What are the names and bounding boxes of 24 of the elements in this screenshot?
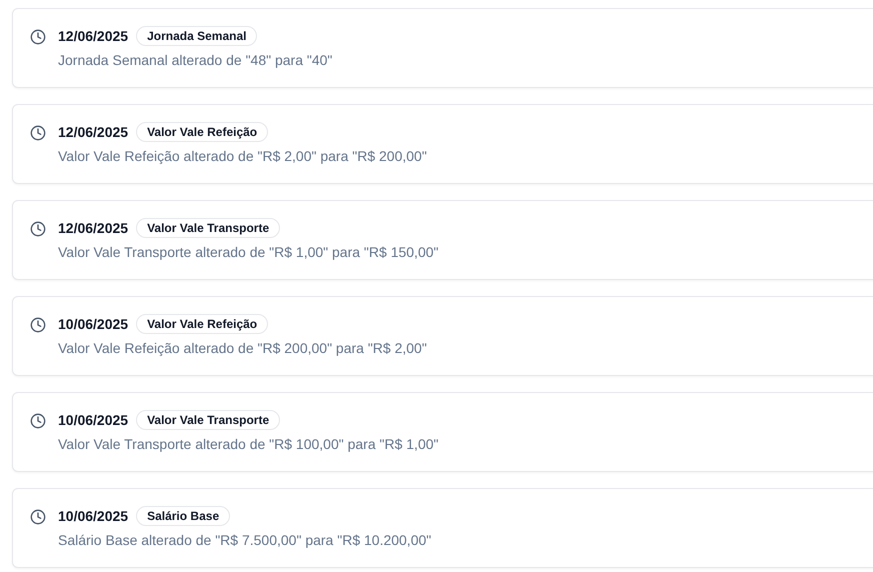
change-date: 10/06/2025 — [58, 316, 128, 332]
change-description: Valor Vale Refeição alterado de "R$ 2,00" para "R$ 200,00" — [58, 148, 427, 164]
change-description: Valor Vale Refeição alterado de "R$ 200,00" para "R$ 2,00" — [58, 340, 427, 356]
field-tag: Valor Vale Refeição — [136, 314, 268, 334]
change-description: Salário Base alterado de "R$ 7.500,00" para "R$ 10.200,00" — [58, 532, 432, 548]
clock-icon — [30, 221, 46, 237]
change-description: Jornada Semanal alterado de "48" para "40" — [58, 52, 332, 68]
change-description: Valor Vale Transporte alterado de "R$ 1,00" para "R$ 150,00" — [58, 244, 438, 260]
field-tag: Valor Vale Transporte — [136, 410, 280, 430]
change-date: 12/06/2025 — [58, 28, 128, 44]
change-date: 10/06/2025 — [58, 508, 128, 524]
clock-icon — [30, 509, 46, 525]
change-date: 12/06/2025 — [58, 124, 128, 140]
change-date: 12/06/2025 — [58, 220, 128, 236]
field-tag: Salário Base — [136, 506, 230, 526]
field-tag: Valor Vale Transporte — [136, 218, 280, 238]
field-tag: Jornada Semanal — [136, 26, 258, 46]
clock-icon — [30, 29, 46, 45]
change-date: 10/06/2025 — [58, 412, 128, 428]
change-description: Valor Vale Transporte alterado de "R$ 100,00" para "R$ 1,00" — [58, 436, 438, 452]
field-tag: Valor Vale Refeição — [136, 122, 268, 142]
clock-icon — [30, 125, 46, 141]
clock-icon — [30, 413, 46, 429]
clock-icon — [30, 317, 46, 333]
